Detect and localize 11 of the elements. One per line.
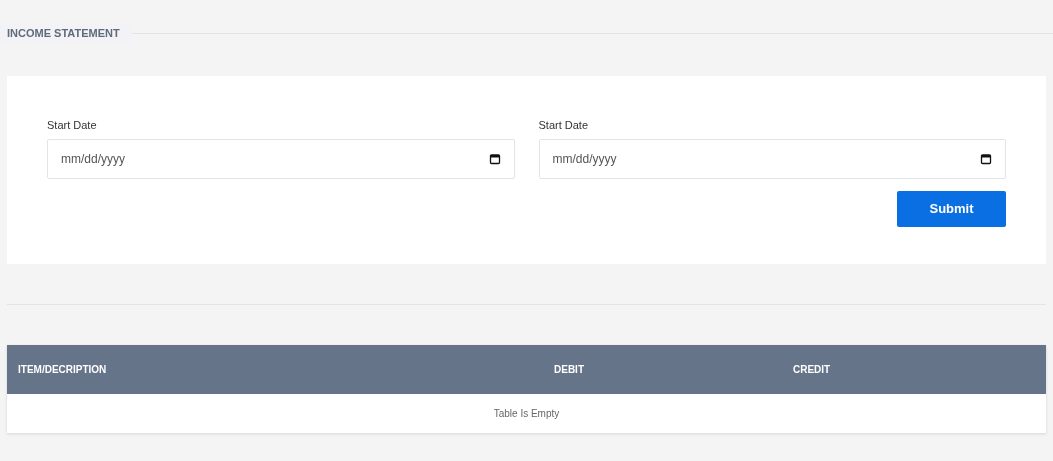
submit-button[interactable]: Submit bbox=[897, 191, 1006, 227]
column-header: DEBIT bbox=[554, 362, 585, 377]
calendar-icon[interactable] bbox=[488, 153, 501, 165]
field-label: Start Date bbox=[538, 117, 590, 133]
column-header: CREDIT bbox=[793, 362, 832, 377]
empty-table-message: Table Is Empty bbox=[493, 406, 560, 421]
column-header: ITEM/DECRIPTION bbox=[18, 362, 108, 377]
calendar-icon[interactable] bbox=[980, 153, 992, 165]
date-field[interactable]: mm/dd/yyyy bbox=[538, 139, 1006, 179]
field-label: Start Date bbox=[47, 117, 98, 133]
date-field[interactable]: mm/dd/yyyy bbox=[47, 139, 515, 179]
